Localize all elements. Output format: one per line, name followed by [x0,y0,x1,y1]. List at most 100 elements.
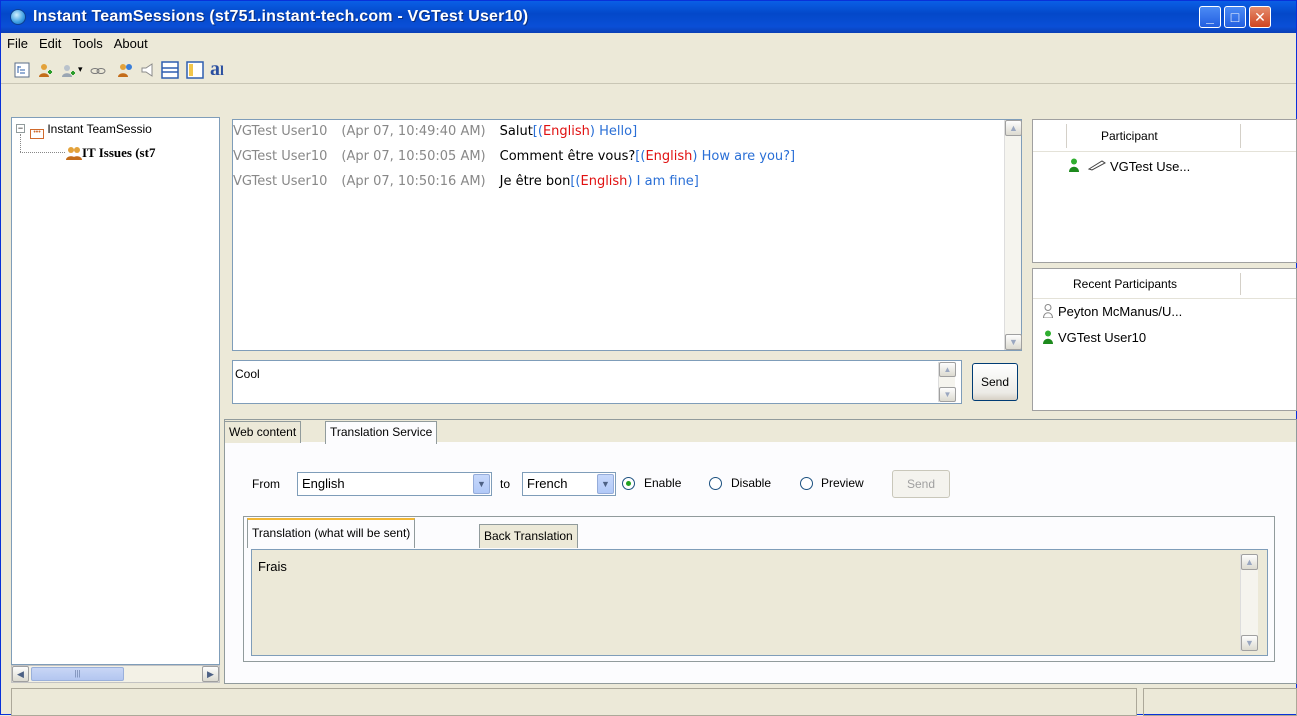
message-sender: VGTest User10 [233,124,328,139]
send-button[interactable]: Send [972,363,1018,401]
add-contact-icon[interactable] [60,62,76,78]
scroll-up-icon[interactable]: ▲ [1241,554,1258,570]
close-button[interactable]: ✕ [1249,6,1271,28]
toolbar: ▾ al [1,56,1296,84]
chat-message: VGTest User10 (Apr 07, 10:50:05 AM) Commen… [233,149,795,164]
tree-hscrollbar[interactable]: ◀ ||| ▶ [11,665,220,683]
maximize-button[interactable]: □ [1224,6,1246,28]
message-lang: English [542,124,590,139]
message-time: (Apr 07, 10:50:05 AM) [341,149,486,164]
chat-transcript: VGTest User10 (Apr 07, 10:49:40 AM) Salut[… [232,119,1022,351]
green-person-icon [1043,330,1053,344]
recent-column-header[interactable]: Recent Participants [1073,277,1177,291]
message-lang: English [580,174,628,189]
translation-textarea[interactable]: Frais ▲ ▼ [251,549,1268,656]
scroll-up-icon[interactable]: ▲ [1005,120,1022,136]
tree-view-icon[interactable] [14,62,30,78]
tab-translation-service[interactable]: Translation Service [325,421,438,444]
to-label: to [500,477,511,491]
recent-participant-name[interactable]: VGTest User10 [1058,330,1146,345]
group-icon [66,147,82,160]
message-time: (Apr 07, 10:49:40 AM) [341,124,486,139]
preview-label[interactable]: Preview [821,476,864,490]
translation-vscrollbar[interactable]: ▲ ▼ [1240,554,1258,651]
scroll-down-icon[interactable]: ▼ [939,387,956,402]
message-text: Salut [499,124,533,139]
disable-label[interactable]: Disable [731,476,771,490]
broadcast-icon[interactable] [140,62,156,78]
participant-name[interactable]: VGTest Use... [1110,159,1190,174]
message-text: Comment être vous? [499,149,636,164]
collapse-icon[interactable]: − [16,124,25,133]
people-icon[interactable] [118,62,134,78]
message-input[interactable]: Cool ▲ ▼ [232,360,962,404]
chat-message: VGTest User10 (Apr 07, 10:50:16 AM) Je êtr… [233,174,699,189]
scroll-left-icon[interactable]: ◀ [12,666,29,682]
link-icon[interactable] [90,62,106,78]
chevron-down-icon[interactable]: ▼ [597,474,614,494]
preview-radio[interactable] [800,477,813,490]
minimize-button[interactable]: _ [1199,6,1221,28]
enable-radio[interactable] [622,477,635,490]
translation-send-button[interactable]: Send [892,470,950,498]
scroll-down-icon[interactable]: ▼ [1241,635,1258,651]
scroll-down-icon[interactable]: ▼ [1005,334,1022,350]
participant-column-header[interactable]: Participant [1101,129,1158,143]
app-window: Instant TeamSessions (st751.instant-tech… [0,0,1297,716]
gray-person-icon [1043,304,1053,318]
tab-web-content[interactable]: Web content [224,421,302,443]
tree-child[interactable]: IT Issues (st7 [82,145,155,161]
message-lang: English [645,149,693,164]
message-sender: VGTest User10 [233,149,328,164]
status-bar [11,688,1137,716]
status-bar-right [1143,688,1297,716]
scroll-right-icon[interactable]: ▶ [202,666,219,682]
panel-view-icon[interactable] [186,61,204,79]
recent-participant-name[interactable]: Peyton McManus/U... [1058,304,1182,319]
scroll-up-icon[interactable]: ▲ [939,362,956,377]
chevron-down-icon[interactable]: ▼ [473,474,490,494]
to-language-select[interactable]: French ▼ [522,472,616,496]
tree-root[interactable]: ••• Instant TeamSessio [30,122,152,139]
message-bracket: [( [570,174,581,189]
participants-panel: Participant VGTest Use... [1032,119,1297,263]
add-user-icon[interactable] [37,62,53,78]
menu-tools[interactable]: Tools [66,33,107,51]
globe-icon [10,9,26,25]
disable-radio[interactable] [709,477,722,490]
tab-translation-sent[interactable]: Translation (what will be sent) [247,518,416,548]
font-icon[interactable]: al [210,58,232,80]
column-divider [1240,124,1241,148]
to-language-value: French [527,476,568,491]
session-tree: − ••• Instant TeamSessio IT Issues (st7 [11,117,220,665]
menu-edit[interactable]: Edit [33,33,66,51]
tree-line [20,134,21,152]
participants-header-row [1033,120,1296,152]
pen-icon [1088,160,1106,171]
tab-back-translation[interactable]: Back Translation [479,524,578,548]
message-time: (Apr 07, 10:50:16 AM) [341,174,486,189]
from-language-select[interactable]: English ▼ [297,472,492,496]
message-sender: VGTest User10 [233,174,328,189]
title-bar[interactable]: Instant TeamSessions (st751.instant-tech… [1,1,1296,33]
message-bracket: [( [532,124,543,139]
menu-bar: File Edit Tools About [1,33,1296,55]
chat-vscrollbar[interactable]: ▲ ▼ [1004,120,1022,350]
message-text: Je être bon [499,174,571,189]
menu-about[interactable]: About [108,33,153,51]
green-person-icon [1069,158,1079,172]
menu-file[interactable]: File [1,33,33,51]
enable-label[interactable]: Enable [644,476,681,490]
tree-line [20,152,65,153]
input-vscrollbar[interactable]: ▲ ▼ [938,362,956,402]
message-translation: Hello] [594,124,638,139]
message-bracket: [( [635,149,646,164]
split-view-icon[interactable] [161,61,179,79]
translation-text: Frais [258,559,287,574]
recent-participants-panel: Recent Participants Peyton McManus/U... … [1032,268,1297,411]
window-title: Instant TeamSessions (st751.instant-tech… [33,8,529,25]
message-translation: I am fine] [632,174,699,189]
column-divider [1066,124,1067,148]
chat-message: VGTest User10 (Apr 07, 10:49:40 AM) Salut[… [233,124,637,139]
scroll-thumb[interactable]: ||| [31,667,124,681]
